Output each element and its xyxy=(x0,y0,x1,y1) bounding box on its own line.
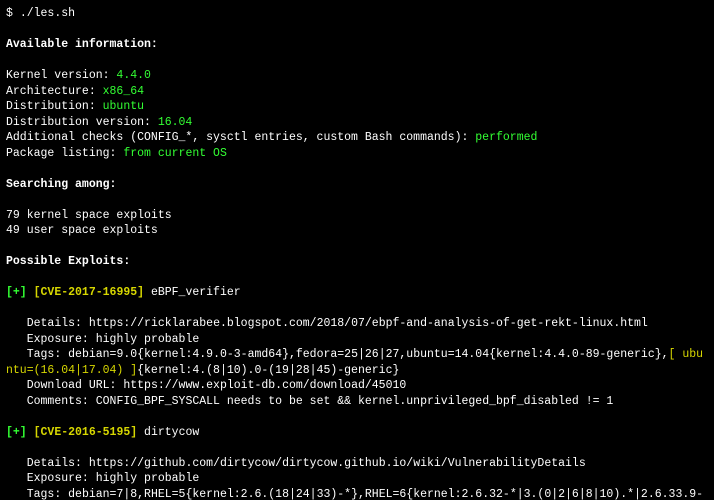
architecture-value: x86_64 xyxy=(103,85,144,98)
exploit-details-label: Details: xyxy=(6,317,89,330)
distribution-label: Distribution: xyxy=(6,100,103,113)
command: ./les.sh xyxy=(20,7,75,20)
exploit-tags-pre: debian=9.0{kernel:4.9.0-3-amd64},fedora=… xyxy=(68,348,668,361)
exploit-download-url: https://www.exploit-db.com/download/4501… xyxy=(123,379,406,392)
exploit-comments: CONFIG_BPF_SYSCALL needs to be set && ke… xyxy=(96,395,614,408)
exploit-details: https://ricklarabee.blogspot.com/2018/07… xyxy=(89,317,648,330)
prompt: $ xyxy=(6,7,20,20)
section-header-available-info: Available information: xyxy=(6,38,158,51)
kernel-version-value: 4.4.0 xyxy=(116,69,151,82)
exploit-details-label: Details: xyxy=(6,457,89,470)
exploit-exposure: highly probable xyxy=(96,472,200,485)
package-listing-value: from current OS xyxy=(123,147,227,160)
exploit-bullet-icon: [+] xyxy=(6,286,27,299)
kernel-exploits-count: 79 kernel space exploits xyxy=(6,209,172,222)
exploit-name: dirtycow xyxy=(137,426,199,439)
distribution-version-label: Distribution version: xyxy=(6,116,158,129)
exploit-cve: [CVE-2017-16995] xyxy=(34,286,144,299)
exploit-details: https://github.com/dirtycow/dirtycow.git… xyxy=(89,457,586,470)
kernel-version-label: Kernel version: xyxy=(6,69,116,82)
exploit-exposure: highly probable xyxy=(96,333,200,346)
exploit-bullet-icon: [+] xyxy=(6,426,27,439)
exploit-tags-label: Tags: xyxy=(6,488,68,500)
distribution-value: ubuntu xyxy=(103,100,144,113)
distribution-version-value: 16.04 xyxy=(158,116,193,129)
architecture-label: Architecture: xyxy=(6,85,103,98)
exploit-download-label: Download URL: xyxy=(6,379,123,392)
section-header-possible-exploits: Possible Exploits: xyxy=(6,255,130,268)
exploit-comments-label: Comments: xyxy=(6,395,96,408)
exploit-tags-post: {kernel:4.(8|10).0-(19|28|45)-generic} xyxy=(137,364,399,377)
user-exploits-count: 49 user space exploits xyxy=(6,224,158,237)
exploit-cve: [CVE-2016-5195] xyxy=(34,426,138,439)
additional-checks-label: Additional checks (CONFIG_*, sysctl entr… xyxy=(6,131,475,144)
section-header-searching: Searching among: xyxy=(6,178,116,191)
exploit-exposure-label: Exposure: xyxy=(6,472,96,485)
additional-checks-value: performed xyxy=(475,131,537,144)
package-listing-label: Package listing: xyxy=(6,147,123,160)
exploit-exposure-label: Exposure: xyxy=(6,333,96,346)
exploit-name: eBPF_verifier xyxy=(144,286,241,299)
exploit-tags-label: Tags: xyxy=(6,348,68,361)
terminal-output: $ ./les.sh Available information: Kernel… xyxy=(0,0,714,500)
exploit-tags-pre: debian=7|8,RHEL=5{kernel:2.6.(18|24|33)-… xyxy=(6,488,703,500)
